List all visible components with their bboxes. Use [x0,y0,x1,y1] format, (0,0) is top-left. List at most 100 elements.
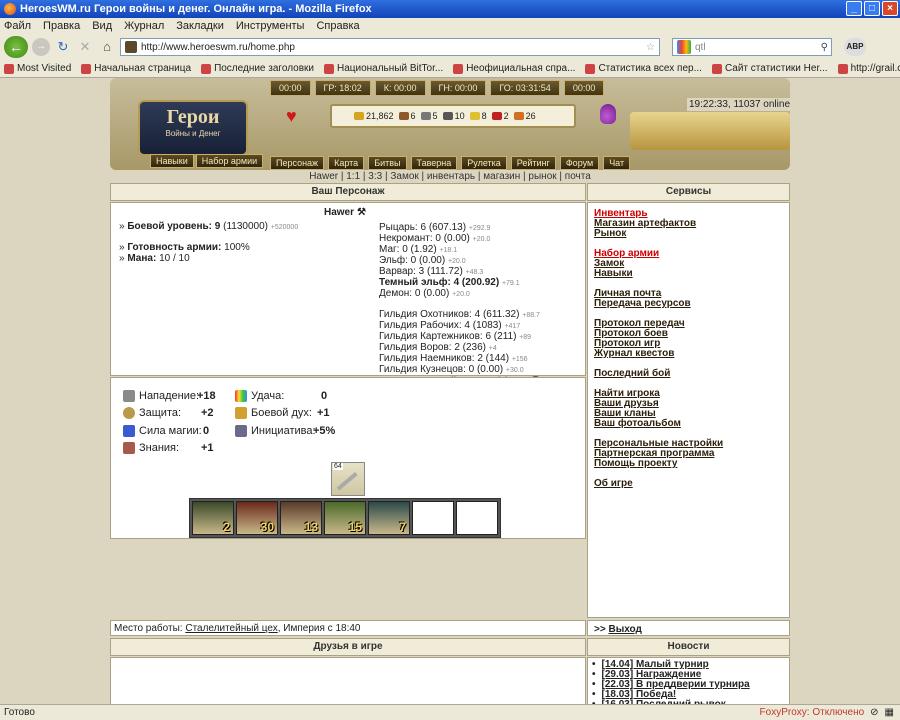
menu-item-6[interactable]: Справка [316,20,359,32]
workplace-link[interactable]: Сталелитейный цех [185,623,277,634]
search-input[interactable]: qtl ⚲ [672,38,832,56]
resource-value: 5 [432,111,438,121]
service-link[interactable]: Ваш фотоальбом [594,419,723,429]
spell-value: 0 [203,425,210,437]
forward-button[interactable]: → [32,38,50,56]
menu-item-4[interactable]: Закладки [176,20,224,32]
workplace-rest: , Империя с 18:40 [277,623,361,634]
army-slot[interactable]: 15 [324,501,366,535]
army-slot[interactable] [456,501,498,535]
faction-text: Демон: 0 (0.00) [379,288,450,299]
bookmark-item[interactable]: Последние заголовки [201,63,314,74]
nav-main-item[interactable]: Битвы [368,156,407,170]
minimize-icon[interactable]: _ [846,1,862,16]
luck-label: Удача: [251,390,285,402]
nav-main-item[interactable]: Персонаж [270,156,325,170]
army-slot[interactable]: 2 [192,501,234,535]
bookmark-icon [453,63,464,74]
bookmark-label: Национальный BitTor... [336,63,444,74]
army-slot[interactable]: 30 [236,501,278,535]
url-bar[interactable]: http://www.heroeswm.ru/home.php ☆ [120,38,660,56]
nav-main-item[interactable]: Чат [603,156,631,170]
menu-item-1[interactable]: Правка [43,20,80,32]
back-button[interactable]: ← [4,36,28,58]
nav-main-item[interactable]: Рулетка [461,156,507,170]
resource-item: 6 [398,111,416,121]
army-ready-label: Готовность армии: [127,242,222,253]
foxyproxy-status[interactable]: FoxyProxy: Отключено [760,707,865,718]
service-link[interactable]: Последний бой [594,369,723,379]
bookmark-icon [585,63,596,74]
nav-left-item[interactable]: Набор армии [195,154,264,168]
combat-level-label: Боевой уровень: 9 [127,221,221,232]
logo-title: Герои [166,106,220,128]
resource-value: 6 [410,111,416,121]
service-link[interactable]: Помощь проекту [594,459,723,469]
services-header: Сервисы [587,183,790,201]
artifact-slot[interactable]: 64 [331,462,365,496]
status-bar: Готово FoxyProxy: Отключено ⊘ ▦ [0,704,900,720]
reload-icon[interactable]: ↻ [54,38,72,56]
army-slot[interactable]: 13 [280,501,322,535]
nav-main-item[interactable]: Карта [328,156,365,170]
menu-item-2[interactable]: Вид [92,20,112,32]
url-text: http://www.heroeswm.ru/home.php [141,41,295,53]
character-name[interactable]: Hawer ⚒ [324,207,366,218]
bookmark-item[interactable]: Неофициальная спра... [453,63,575,74]
adblock-button[interactable]: ABP [844,38,866,56]
initiative-value: +5% [313,425,336,437]
nav-main-item[interactable]: Таверна [410,156,458,170]
bookmark-item[interactable]: Most Visited [4,63,71,74]
guild-delta: +89 [519,334,532,341]
service-link[interactable]: Журнал квестов [594,349,723,359]
menu-item-0[interactable]: Файл [4,20,31,32]
bookmark-item[interactable]: Сайт статистики Her... [711,63,828,74]
bookmark-item[interactable]: Статистика всех пер... [585,63,702,74]
logout-link[interactable]: Выход [608,624,641,635]
guild-delta: +30.0 [505,367,524,374]
army-slot[interactable] [412,501,454,535]
stop-icon[interactable]: ✕ [76,38,94,56]
army-count: 15 [348,520,362,534]
news-list: • [14.04] Малый турнир • [29.03] Награждени… [592,660,750,710]
character-panel: Hawer ⚒ » Боевой уровень: 9 (1130000) +52… [110,202,586,387]
search-icon[interactable]: ⚲ [821,42,828,53]
bookmark-item[interactable]: Начальная страница [81,63,191,74]
close-icon[interactable]: × [882,1,898,16]
sub-navigation[interactable]: Hawer | 1:1 | 3:3 | Замок | инвентарь | … [110,171,790,182]
logout-panel: >> Выход [587,620,790,636]
health-heart-icon: ♥ [286,106,297,126]
bookmark-item[interactable]: Национальный BitTor... [323,63,444,74]
menu-item-3[interactable]: Журнал [124,20,164,32]
game-logo[interactable]: Герои Войны и Денег [138,100,248,156]
nav-main-item[interactable]: Рейтинг [510,156,556,170]
faction-item: Демон: 0 (0.00) +20.0 [379,289,579,300]
luck-row: Удача: [235,390,284,402]
menu-item-5[interactable]: Инструменты [236,20,305,32]
service-link[interactable]: Рынок [594,229,723,239]
firefox-icon [4,3,16,15]
attributes-panel: Нападение: +18 Защита: +2 Сила магии: 0 … [110,377,586,539]
nav-main-item[interactable]: Форум [559,156,600,170]
morale-row: Боевой дух: [235,407,312,419]
timer-row: 00:00 ГР: 18:02 К: 00:00 ГН: 00:00 ГО: 03:31… [270,80,605,96]
bookmark-star-icon[interactable]: ☆ [646,42,655,53]
guild-item: Гильдия Кузнецов: 0 (0.00) +30.0 [379,365,579,376]
resource-icon [354,112,364,120]
guild-text: Гильдия Воров: 2 (236) [379,342,487,353]
resource-value: 10 [454,111,465,121]
guild-delta: +88.7 [522,312,540,319]
guild-delta: +156 [511,356,528,363]
service-link[interactable]: Навыки [594,269,723,279]
workplace-label: Место работы: [114,623,183,634]
maximize-icon[interactable]: □ [864,1,880,16]
mana-potion-icon [600,104,616,124]
home-icon[interactable]: ⌂ [98,38,116,56]
army-slot[interactable]: 7 [368,501,410,535]
faction-text: Темный эльф: 4 (200.92) [379,277,500,288]
bookmark-item[interactable]: http://grail.clan.su [837,63,900,74]
service-link[interactable]: Об игре [594,479,723,489]
nav-left-item[interactable]: Навыки [150,154,194,168]
window-titlebar: HeroesWM.ru Герои войны и денег. Онлайн … [0,0,900,18]
service-link[interactable]: Передача ресурсов [594,299,723,309]
